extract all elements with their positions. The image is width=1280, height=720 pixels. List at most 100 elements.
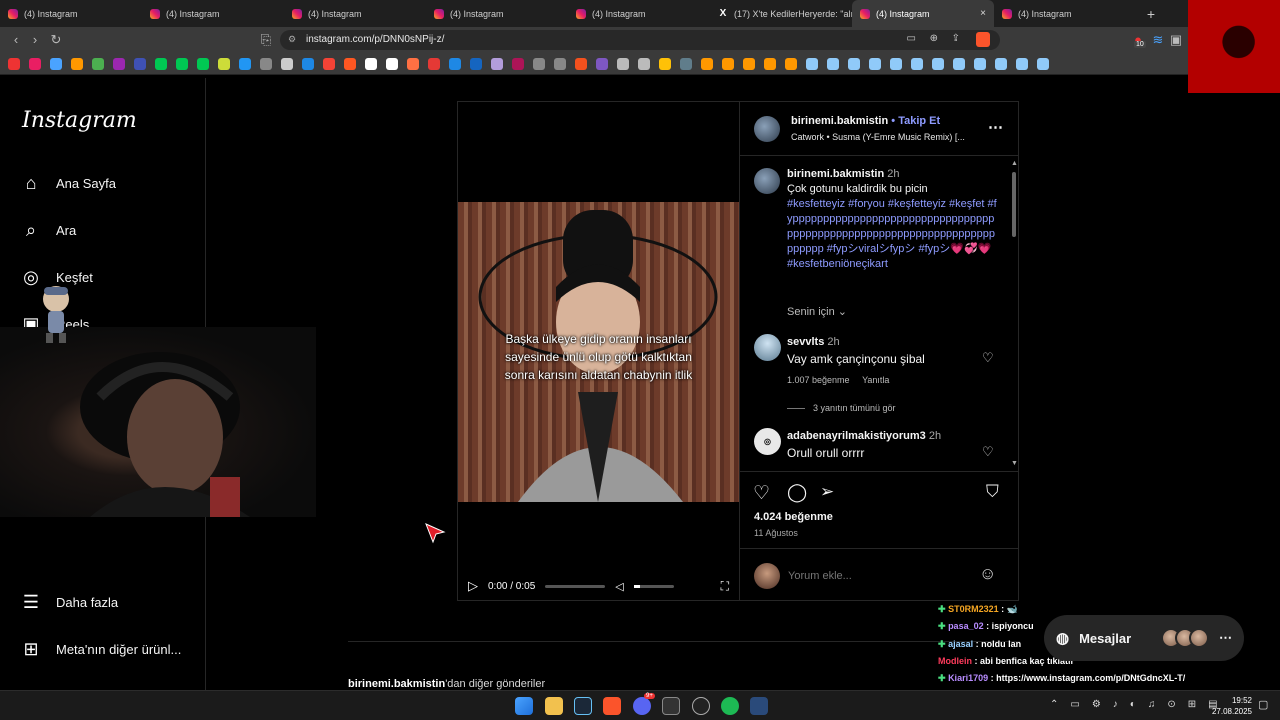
bookmark-favicon-icon[interactable] (491, 57, 503, 70)
app-icon[interactable] (750, 697, 768, 715)
clock[interactable]: 19:52 27.08.2025 (1210, 695, 1252, 717)
author-name[interactable]: birinemi.bakmistin (791, 115, 888, 127)
wallet-icon[interactable]: ▣ (1168, 32, 1184, 48)
system-tray[interactable]: ⌃▭⚙♪◐♫⊙⊞▤ (1050, 699, 1230, 710)
nav-meta-products[interactable]: ⊞ Meta'nın diğer ürünl... (20, 638, 181, 660)
file-explorer-icon[interactable] (545, 697, 563, 715)
browser-tab[interactable]: (4) Instagram (0, 0, 142, 27)
audio-track[interactable]: Catwork • Susma (Y-Emre Music Remix) [..… (791, 132, 991, 142)
bookmark-favicon-icon[interactable] (323, 57, 335, 70)
messages-button[interactable]: ◍ Mesajlar ⋯ (1044, 615, 1244, 661)
volume-icon[interactable]: ◁ (615, 580, 623, 593)
bookmark-favicon-icon[interactable] (197, 57, 209, 70)
browser-tab[interactable]: (4) Instagram (994, 0, 1136, 27)
comment-likes[interactable]: 1.007 beğenme (787, 375, 850, 385)
windows-start-icon[interactable] (515, 697, 533, 715)
nav-home[interactable]: ⌂ Ana Sayfa (20, 172, 116, 194)
bookmark-favicon-icon[interactable] (92, 57, 104, 70)
reply-button[interactable]: Yanıtla (862, 375, 889, 385)
bookmark-favicon-icon[interactable] (176, 57, 188, 70)
bookmark-favicon-icon[interactable] (50, 57, 62, 70)
comments-scrollbar[interactable]: ▲ ▼ (1010, 160, 1018, 470)
bookmark-favicon-icon[interactable] (953, 57, 965, 70)
bookmark-favicon-icon[interactable] (722, 57, 734, 70)
bookmark-favicon-icon[interactable] (155, 57, 167, 70)
close-tab-icon[interactable]: × (980, 8, 986, 19)
bookmark-favicon-icon[interactable] (638, 57, 650, 70)
nav-more[interactable]: ☰ Daha fazla (20, 591, 118, 613)
back-icon[interactable]: ‹ (8, 32, 24, 48)
scroll-thumb[interactable] (1012, 172, 1016, 237)
comment-like-icon[interactable]: ♡ (982, 350, 994, 366)
zoom-icon[interactable]: ⊕ (930, 33, 938, 44)
author-avatar[interactable] (754, 116, 780, 142)
bookmark-favicon-icon[interactable] (281, 57, 293, 70)
bookmark-favicon-icon[interactable] (995, 57, 1007, 70)
bookmark-favicon-icon[interactable] (827, 57, 839, 70)
bookmark-favicon-icon[interactable] (932, 57, 944, 70)
bookmark-favicon-icon[interactable] (428, 57, 440, 70)
bookmark-favicon-icon[interactable] (29, 57, 41, 70)
nav-search[interactable]: ⌕ Ara (20, 219, 76, 241)
bookmark-favicon-icon[interactable] (386, 57, 398, 70)
view-replies[interactable]: 3 yanıtın tümünü gör (787, 403, 896, 413)
browser-tab[interactable]: (4) Instagram (284, 0, 426, 27)
caption-hashtags[interactable]: #kesfetteyiz #foryou #keşfetteyiz #keşfe… (787, 197, 999, 272)
site-info-icon[interactable]: ⚙ (288, 34, 296, 45)
bookmark-favicon-icon[interactable] (701, 57, 713, 70)
bookmark-favicon-icon[interactable] (134, 57, 146, 70)
bookmark-favicon-icon[interactable] (239, 57, 251, 70)
bookmark-favicon-icon[interactable] (512, 57, 524, 70)
new-tab-button[interactable]: + (1136, 6, 1166, 22)
bookmark-icon[interactable]: ⎘ (258, 32, 274, 48)
for-you-dropdown[interactable]: Senin için ⌄ (787, 305, 847, 318)
share-icon[interactable]: ⇪ (952, 33, 960, 44)
bookmark-favicon-icon[interactable] (743, 57, 755, 70)
bookmark-favicon-icon[interactable] (911, 57, 923, 70)
caption-author[interactable]: birinemi.bakmistin (787, 168, 884, 180)
bookmark-favicon-icon[interactable] (890, 57, 902, 70)
browser-tab[interactable]: (4) Instagram (142, 0, 284, 27)
wifi-icon[interactable]: ≋ (1150, 32, 1166, 48)
more-options-icon[interactable]: ⋯ (988, 118, 1003, 136)
bookmark-favicon-icon[interactable] (8, 57, 20, 70)
reload-icon[interactable]: ↻ (48, 32, 64, 48)
brave-icon[interactable] (603, 697, 621, 715)
comment-like-icon[interactable]: ♡ (982, 444, 994, 460)
browser-tab[interactable]: X (17) X'te KedilerHeryerde: "alık (710, 0, 852, 27)
bookmark-favicon-icon[interactable] (113, 57, 125, 70)
more-posts-author[interactable]: birinemi.bakmistin (348, 678, 445, 690)
cast-icon[interactable]: ▭ (907, 33, 916, 44)
bookmark-favicon-icon[interactable] (302, 57, 314, 70)
progress-slider[interactable] (545, 584, 606, 588)
bookmark-favicon-icon[interactable] (848, 57, 860, 70)
bookmark-favicon-icon[interactable] (71, 57, 83, 70)
caption-avatar[interactable] (754, 168, 780, 194)
notification-icon[interactable]: ▢ (1258, 698, 1268, 711)
brave-shield-icon[interactable] (976, 32, 990, 47)
bookmark-favicon-icon[interactable] (617, 57, 629, 70)
scroll-down-icon[interactable]: ▼ (1011, 460, 1018, 467)
like-icon[interactable]: ♡ (753, 482, 770, 505)
bookmark-favicon-icon[interactable] (764, 57, 776, 70)
steam-icon[interactable] (574, 697, 592, 715)
browser-tab-active[interactable]: (4) Instagram × (852, 0, 994, 27)
share-icon[interactable]: ➢ (820, 482, 834, 502)
bookmark-favicon-icon[interactable] (449, 57, 461, 70)
bookmark-favicon-icon[interactable] (365, 57, 377, 70)
bookmark-favicon-icon[interactable] (596, 57, 608, 70)
bookmark-favicon-icon[interactable] (407, 57, 419, 70)
browser-tab[interactable]: (4) Instagram (426, 0, 568, 27)
comment-avatar[interactable]: ◎ (754, 428, 781, 455)
bookmark-favicon-icon[interactable] (554, 57, 566, 70)
save-icon[interactable]: ⛉ (986, 482, 999, 502)
scroll-up-icon[interactable]: ▲ (1011, 160, 1018, 167)
fullscreen-icon[interactable]: ⛶ (721, 579, 729, 594)
bookmark-favicon-icon[interactable] (659, 57, 671, 70)
bookmark-favicon-icon[interactable] (806, 57, 818, 70)
volume-slider[interactable] (633, 584, 674, 588)
bookmark-favicon-icon[interactable] (533, 57, 545, 70)
emoji-icon[interactable]: ☺ (979, 564, 996, 584)
bookmark-favicon-icon[interactable] (218, 57, 230, 70)
instagram-logo[interactable]: Instagram (22, 108, 137, 133)
